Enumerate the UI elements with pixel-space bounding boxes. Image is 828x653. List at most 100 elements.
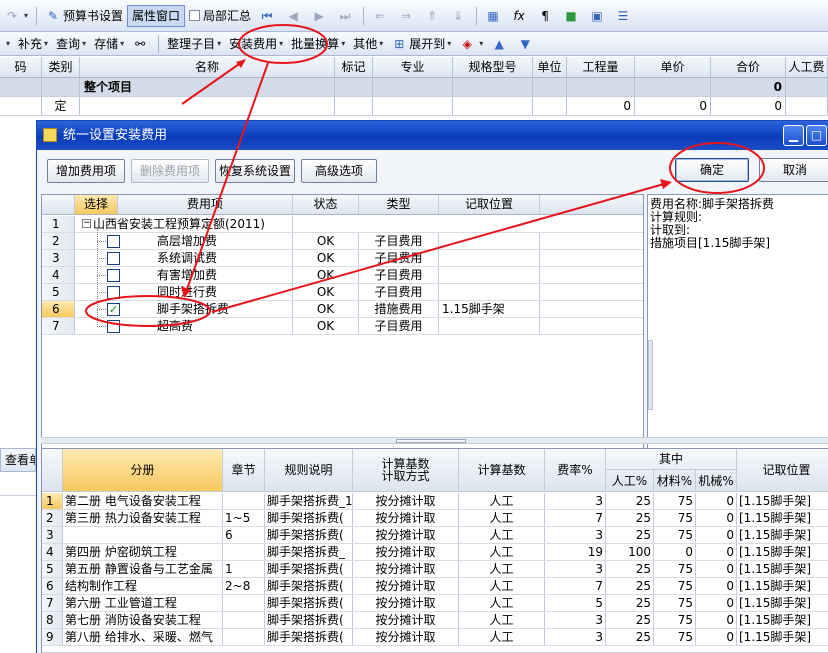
move-down-row-button[interactable]: ▼ bbox=[513, 33, 539, 55]
ok-button[interactable]: 确定 bbox=[675, 158, 749, 182]
maximize-button[interactable]: □ bbox=[806, 125, 827, 146]
column-chapter[interactable]: 章节 bbox=[223, 449, 265, 492]
main-grid-row[interactable]: 整个项目 0 bbox=[0, 78, 828, 97]
calculator-button[interactable]: ▦ bbox=[481, 5, 507, 27]
move-down-button[interactable]: ⇓ bbox=[446, 5, 472, 27]
toolbar-overflow[interactable]: ▾ bbox=[0, 33, 14, 55]
redo-button[interactable]: ↷ ▾ bbox=[0, 5, 32, 27]
expand-to-button[interactable]: ⊞ 展开到 ▾ bbox=[387, 33, 455, 55]
column-machine-pct[interactable]: 机械% bbox=[696, 470, 737, 492]
list-button[interactable]: ☰ bbox=[611, 5, 637, 27]
column-specialty[interactable]: 专业 bbox=[373, 57, 453, 77]
image-button[interactable]: ▣ bbox=[585, 5, 611, 27]
detail-row[interactable]: 3 6 脚手架搭拆费(按分摊计取 人工 3 25 75 0 [1.15脚手架] bbox=[42, 527, 828, 544]
select-checkbox[interactable] bbox=[107, 252, 120, 265]
row-number: 1 bbox=[42, 216, 75, 232]
prev-button[interactable]: ◀ bbox=[281, 5, 307, 27]
detail-row[interactable]: 4 第四册 炉窑砌筑工程 脚手架搭拆费_ 按分摊计取 人工 19 100 0 0 [1.15脚手架… bbox=[42, 544, 828, 561]
tree-row[interactable]: 4 有害增加费 OK 子目费用 bbox=[42, 267, 643, 284]
restore-settings-button[interactable]: 恢复系统设置 bbox=[215, 159, 295, 183]
budget-settings-button[interactable]: ✎ 预算书设置 bbox=[41, 5, 127, 27]
column-base[interactable]: 计算基数 bbox=[459, 449, 545, 492]
detail-row[interactable]: 5 第五册 静置设备与工艺金属 1 脚手架搭拆费(按分摊计取 人工 3 25 75 0 [1.15… bbox=[42, 561, 828, 578]
detail-row[interactable]: 6 结构制作工程 2~8 脚手架搭拆费(按分摊计取 人工 7 25 75 0 [1.15脚手架] bbox=[42, 578, 828, 595]
splitter-grip[interactable] bbox=[396, 439, 466, 443]
column-select[interactable]: 选择 bbox=[75, 195, 118, 214]
select-checkbox[interactable] bbox=[107, 286, 120, 299]
column-quantity[interactable]: 工程量 bbox=[567, 57, 635, 77]
panel-splitter[interactable] bbox=[41, 437, 828, 444]
view-sheet-tab[interactable]: 查看单 bbox=[0, 448, 36, 472]
paragraph-button[interactable]: ¶ bbox=[533, 5, 559, 27]
next-button[interactable]: ▶ bbox=[307, 5, 333, 27]
column-mark[interactable]: 标记 bbox=[335, 57, 373, 77]
column-type[interactable]: 类别 bbox=[42, 57, 80, 77]
column-spec[interactable]: 规格型号 bbox=[453, 57, 533, 77]
column-fee-item[interactable]: 费用项 bbox=[118, 195, 293, 214]
tree-row[interactable]: 3 系统调试费 OK 子目费用 bbox=[42, 250, 643, 267]
collapse-icon[interactable]: − bbox=[82, 219, 91, 228]
tree-row[interactable]: 5 同时进行费 OK 子目费用 bbox=[42, 284, 643, 301]
detail-row[interactable]: 7 第六册 工业管道工程 脚手架搭拆费(按分摊计取 人工 5 25 75 0 [1.15脚手架] bbox=[42, 595, 828, 612]
cancel-button[interactable]: 取消 bbox=[759, 158, 828, 182]
column-rate[interactable]: 费率% bbox=[545, 449, 606, 492]
detail-row[interactable]: 1 第二册 电气设备安装工程 脚手架搭拆费_1 按分摊计取 人工 3 25 75 0 [1.15脚… bbox=[42, 493, 828, 510]
detail-row[interactable]: 9 第八册 给排水、采暖、燃气 脚手架搭拆费(按分摊计取 人工 3 25 75 0 [1.15脚… bbox=[42, 629, 828, 646]
other-button[interactable]: 其他 ▾ bbox=[349, 33, 387, 55]
column-unit-price[interactable]: 单价 bbox=[635, 57, 711, 77]
formula-button[interactable]: fx bbox=[507, 5, 533, 27]
cube-button[interactable]: ■ bbox=[559, 5, 585, 27]
move-left-button[interactable]: ⇐ bbox=[368, 5, 394, 27]
column-material-pct[interactable]: 材料% bbox=[654, 470, 696, 492]
detail-row[interactable]: 2 第三册 热力设备安装工程 1~5 脚手架搭拆费(按分摊计取 人工 7 25 75 0 [1.1… bbox=[42, 510, 828, 527]
query-button[interactable]: 查询 ▾ bbox=[52, 33, 90, 55]
move-up-button[interactable]: ⇑ bbox=[420, 5, 446, 27]
select-checkbox-checked[interactable]: ✓ bbox=[107, 303, 120, 316]
move-up-row-button[interactable]: ▲ bbox=[487, 33, 513, 55]
dialog-title-bar[interactable]: 统一设置安装费用 ▁ □ bbox=[37, 121, 828, 150]
tree-row[interactable]: 7 超高费 OK 子目费用 bbox=[42, 318, 643, 335]
fee-status: OK bbox=[293, 267, 359, 283]
select-checkbox[interactable] bbox=[107, 235, 120, 248]
panel-resize-handle[interactable] bbox=[648, 340, 653, 410]
batch-convert-button[interactable]: 批量换算 ▾ bbox=[287, 33, 349, 55]
save-button[interactable]: 存储 ▾ bbox=[90, 33, 128, 55]
supplement-button[interactable]: 补充 ▾ bbox=[14, 33, 52, 55]
select-checkbox[interactable] bbox=[107, 269, 120, 282]
find-button[interactable]: ⚯ bbox=[128, 33, 154, 55]
column-labor[interactable]: 人工费 bbox=[786, 57, 828, 77]
add-fee-button[interactable]: 增加费用项 bbox=[47, 159, 125, 183]
redo-icon: ↷ bbox=[6, 8, 18, 23]
move-right-button[interactable]: ⇒ bbox=[394, 5, 420, 27]
last-button[interactable]: ⏭ bbox=[333, 5, 359, 27]
chevron-down-icon: ▾ bbox=[479, 39, 484, 48]
column-unit[interactable]: 单位 bbox=[533, 57, 567, 77]
advanced-options-button[interactable]: 高级选项 bbox=[301, 159, 377, 183]
delete-fee-button[interactable]: 删除费用项 bbox=[131, 159, 209, 183]
column-type[interactable]: 类型 bbox=[359, 195, 439, 214]
column-name[interactable]: 名称 bbox=[80, 57, 335, 77]
property-window-button[interactable]: 属性窗口 bbox=[127, 4, 186, 27]
tree-row[interactable]: 1 山西省安装工程预算定额(2011) − bbox=[42, 216, 643, 233]
organize-button[interactable]: 整理子目 ▾ bbox=[163, 33, 225, 55]
column-code[interactable]: 码 bbox=[0, 57, 42, 77]
column-total[interactable]: 合价 bbox=[711, 57, 786, 77]
detail-row[interactable]: 8 第七册 消防设备安装工程 脚手架搭拆费(按分摊计取 人工 3 25 75 0 [1.15脚手… bbox=[42, 612, 828, 629]
column-status[interactable]: 状态 bbox=[293, 195, 359, 214]
column-labor-pct[interactable]: 人工% bbox=[606, 470, 654, 492]
column-rule[interactable]: 规则说明 bbox=[265, 449, 353, 492]
main-grid-row[interactable]: 定 0 0 0 bbox=[0, 97, 828, 116]
local-summary-checkbox[interactable] bbox=[189, 10, 201, 21]
column-position[interactable]: 记取位置 bbox=[439, 195, 540, 214]
column-base-method[interactable]: 计算基数计取方式 bbox=[353, 449, 459, 492]
fill-color-button[interactable]: ◈ ▾ bbox=[455, 33, 487, 55]
column-book[interactable]: 分册 bbox=[63, 449, 223, 492]
tree-row-selected[interactable]: 6 脚手架搭拆费 ✓ OK 措施费用 1.15脚手架 bbox=[42, 301, 643, 318]
install-fee-button[interactable]: 安装费用 ▾ bbox=[225, 33, 287, 55]
column-charge-position[interactable]: 记取位置 bbox=[737, 449, 828, 492]
tree-row[interactable]: 2 高层增加费 OK 子目费用 bbox=[42, 233, 643, 250]
first-button[interactable]: ⏮ bbox=[255, 5, 281, 27]
select-checkbox[interactable] bbox=[107, 320, 120, 333]
minimize-button[interactable]: ▁ bbox=[783, 125, 804, 146]
local-summary-toggle[interactable]: 局部汇总 bbox=[185, 5, 255, 27]
